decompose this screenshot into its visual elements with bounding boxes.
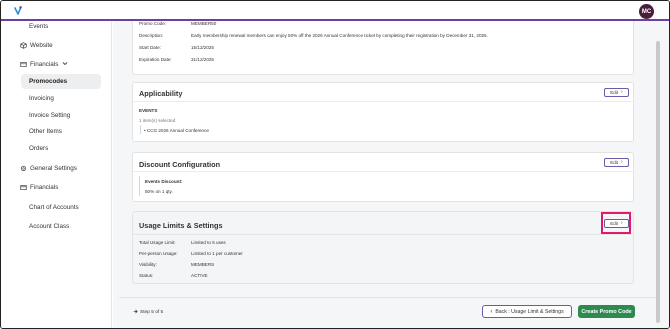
discount-value: 50% on 1 qty.: [145, 189, 173, 194]
start-date-label: Start Date:: [139, 45, 161, 50]
sidebar-item-financials[interactable]: Financials: [20, 61, 68, 68]
card-icon: [20, 61, 27, 68]
user-avatar[interactable]: MC: [639, 4, 654, 19]
sidebar-item-chart-of-accounts[interactable]: Chart of Accounts: [29, 204, 79, 211]
sidebar-item-events[interactable]: Events: [29, 23, 48, 30]
sidebar-item-orders[interactable]: Orders: [29, 145, 48, 152]
sidebar: Events Website Financials Promocodes Inv…: [1, 21, 112, 328]
edit-label: Edit: [610, 160, 619, 165]
expiration-date-label: Expiration Date:: [139, 57, 172, 62]
sidebar-item-general-settings[interactable]: General Settings: [20, 165, 77, 172]
discount-edit-button[interactable]: Edit ›: [604, 158, 629, 167]
footer-divider: [119, 297, 656, 298]
sidebar-item-label: Other Items: [29, 128, 62, 135]
step-text: Step 5 of 5: [140, 310, 164, 315]
description-value: Early membership renewal members can enj…: [191, 33, 488, 38]
sidebar-item-other-items[interactable]: Other Items: [29, 128, 62, 135]
discount-config-title: Discount Configuration: [139, 160, 221, 169]
create-promo-code-button[interactable]: Create Promo Code: [578, 305, 635, 318]
card-icon: [20, 184, 27, 191]
events-discount-label: Events Discount:: [145, 179, 183, 184]
edit-label: Edit: [610, 90, 619, 95]
expiration-date-value: 31/12/2025: [191, 57, 214, 62]
sidebar-item-label: Invoicing: [29, 95, 54, 102]
cube-icon: [20, 42, 27, 49]
sidebar-item-account-class[interactable]: Account Class: [29, 223, 69, 230]
chevron-right-icon: ›: [621, 159, 623, 165]
per-person-label: Per-person Usage:: [139, 251, 178, 256]
applicability-title: Applicability: [139, 89, 183, 98]
sidebar-item-label: Website: [30, 42, 53, 49]
events-heading: EVENTS: [139, 108, 158, 113]
selected-count: 1 item(s) selected: [139, 118, 176, 123]
visibility-value: MEMBERS: [191, 262, 215, 267]
sidebar-item-label: General Settings: [30, 165, 77, 172]
promo-code-label: Promo Code:: [139, 21, 167, 26]
status-value: ACTIVE: [191, 273, 208, 278]
sidebar-item-label: Account Class: [29, 223, 70, 230]
sidebar-item-label: Orders: [29, 145, 49, 152]
divider: [133, 171, 633, 172]
back-button[interactable]: ‹ Back : Usage Limit & Settings: [482, 305, 572, 318]
edit-button-highlight: [601, 212, 631, 234]
sidebar-item-label: Events: [29, 23, 49, 30]
scrollbar[interactable]: [656, 41, 660, 323]
usage-limits-card: Usage Limits & Settings Edit › Total Usa…: [132, 211, 634, 284]
discount-left-bar: [139, 176, 140, 196]
divider: [133, 101, 633, 102]
description-label: Description:: [139, 33, 164, 38]
total-usage-value: Limited to 5 uses: [191, 240, 226, 245]
total-usage-label: Total Usage Limit:: [139, 240, 176, 245]
sidebar-item-financials-2[interactable]: Financials: [20, 184, 58, 191]
visibility-label: Visibility:: [139, 262, 157, 267]
step-arrow-icon: [133, 309, 138, 316]
create-label: Create Promo Code: [581, 308, 632, 315]
back-label: Back : Usage Limit & Settings: [495, 308, 564, 315]
top-bar: MC: [1, 1, 669, 21]
status-label: Status:: [139, 273, 154, 278]
sidebar-item-label: Promocodes: [29, 78, 68, 85]
sidebar-item-promocodes[interactable]: Promocodes: [21, 74, 101, 89]
sidebar-item-label: Financials: [30, 184, 59, 191]
applicability-card: Applicability Edit › EVENTS 1 item(s) se…: [132, 82, 634, 142]
event-list-bar: [140, 125, 141, 134]
step-indicator: Step 5 of 5: [133, 309, 163, 316]
usage-limits-title: Usage Limits & Settings: [139, 221, 223, 230]
chevron-down-icon: [62, 61, 68, 68]
discount-config-card: Discount Configuration Edit › Events Dis…: [132, 152, 634, 202]
sidebar-item-label: Invoice Setting: [29, 112, 71, 119]
gear-icon: [20, 165, 27, 172]
promo-code-value: MEMBER50: [191, 21, 217, 26]
app-window: MC Events Website Financials Promocodes …: [0, 0, 670, 329]
chevron-right-icon: ›: [621, 89, 623, 95]
sidebar-item-invoice-setting[interactable]: Invoice Setting: [29, 112, 70, 119]
sidebar-item-label: Chart of Accounts: [29, 204, 79, 211]
sidebar-item-label: Financials: [30, 61, 59, 68]
sidebar-item-website[interactable]: Website: [20, 42, 53, 49]
start-date-value: 15/12/2025: [191, 45, 214, 50]
sidebar-item-invoicing[interactable]: Invoicing: [29, 95, 54, 102]
promo-details-card: Promo Code: MEMBER50 Description: Early …: [132, 15, 634, 75]
chevron-left-icon: ‹: [490, 308, 493, 315]
applicability-edit-button[interactable]: Edit ›: [604, 88, 629, 97]
per-person-value: Limited to 1 per customer: [191, 251, 243, 256]
app-logo-icon[interactable]: [14, 6, 22, 15]
divider: [133, 234, 633, 235]
event-item: • CCG 2026 Annual Conference: [144, 128, 209, 133]
